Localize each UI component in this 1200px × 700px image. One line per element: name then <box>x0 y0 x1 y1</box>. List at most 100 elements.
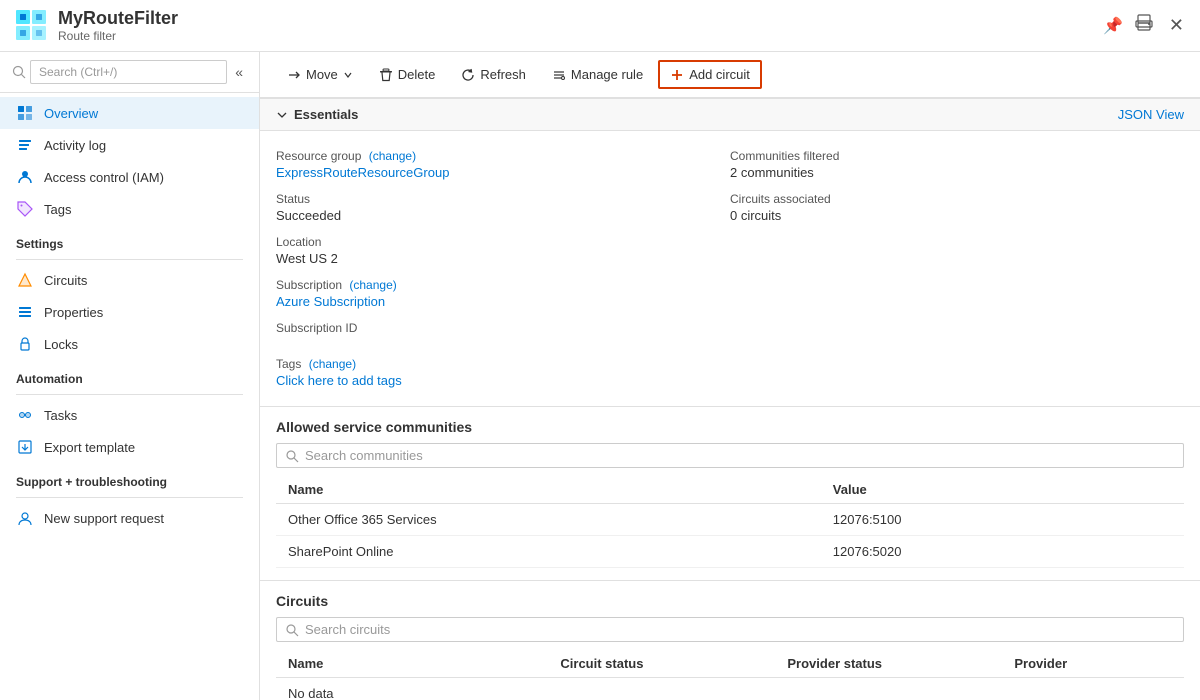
page-subtitle: Route filter <box>58 29 1103 43</box>
essentials-column-right: Communities filtered 2 communities Circu… <box>730 143 1184 394</box>
sidebar-item-properties-label: Properties <box>44 305 103 320</box>
circuits-search-icon <box>285 623 299 637</box>
locks-icon <box>16 335 34 353</box>
app-logo <box>16 10 48 42</box>
subscription-change-link[interactable]: (change) <box>349 278 396 292</box>
manage-rule-icon <box>552 68 566 82</box>
communities-col-value: Value <box>821 476 1184 504</box>
subscription-id-label: Subscription ID <box>276 321 730 335</box>
sidebar-item-properties[interactable]: Properties <box>0 296 259 328</box>
table-row: Other Office 365 Services 12076:5100 <box>276 504 1184 536</box>
sidebar-item-export-template[interactable]: Export template <box>0 431 259 463</box>
resource-group-value[interactable]: ExpressRouteResourceGroup <box>276 165 730 180</box>
add-circuit-button[interactable]: Add circuit <box>658 60 762 89</box>
sidebar-item-circuits-label: Circuits <box>44 273 87 288</box>
tags-add-link[interactable]: Click here to add tags <box>276 373 730 388</box>
toolbar: Move Delete Refresh <box>260 52 1200 98</box>
communities-search-box <box>276 443 1184 468</box>
resource-group-change-link[interactable]: (change) <box>369 149 416 163</box>
search-icon <box>12 65 26 79</box>
support-section-label: Support + troubleshooting <box>0 463 259 493</box>
status-label: Status <box>276 192 730 206</box>
title-area: MyRouteFilter Route filter <box>58 8 1103 43</box>
table-row: SharePoint Online 12076:5020 <box>276 536 1184 568</box>
json-view-link[interactable]: JSON View <box>1118 107 1184 122</box>
tags-change-link[interactable]: (change) <box>309 357 356 371</box>
manage-rule-button[interactable]: Manage rule <box>541 61 654 88</box>
circuits-col-name: Name <box>276 650 548 678</box>
sidebar-item-access-control-label: Access control (IAM) <box>44 170 164 185</box>
search-input[interactable] <box>30 60 227 84</box>
circuits-col-provider: Provider <box>1002 650 1184 678</box>
header-actions: 📌 <box>1103 14 1153 37</box>
move-chevron-icon <box>343 70 353 80</box>
sidebar-item-overview[interactable]: Overview <box>0 97 259 129</box>
delete-icon <box>379 68 393 82</box>
location-value: West US 2 <box>276 251 730 266</box>
pin-icon[interactable]: 📌 <box>1103 16 1123 36</box>
settings-divider <box>16 259 243 260</box>
sidebar: « Overview <box>0 52 260 700</box>
communities-section-title: Allowed service communities <box>276 419 1184 435</box>
collapse-icon[interactable] <box>276 109 288 121</box>
automation-divider <box>16 394 243 395</box>
communities-table: Name Value Other Office 365 Services 120… <box>276 476 1184 568</box>
page-header: MyRouteFilter Route filter 📌 ✕ <box>0 0 1200 52</box>
communities-filtered-value: 2 communities <box>730 165 1184 180</box>
sidebar-item-tasks-label: Tasks <box>44 408 77 423</box>
communities-filtered-item: Communities filtered 2 communities <box>730 143 1184 186</box>
community-value: 12076:5100 <box>821 504 1184 536</box>
subscription-value[interactable]: Azure Subscription <box>276 294 730 309</box>
tags-label: Tags <box>276 357 301 371</box>
communities-table-header: Name Value <box>276 476 1184 504</box>
close-button[interactable]: ✕ <box>1169 15 1184 36</box>
automation-section-label: Automation <box>0 360 259 390</box>
communities-section: Allowed service communities Name Value O… <box>260 406 1200 580</box>
location-label: Location <box>276 235 730 249</box>
essentials-grid: Resource group (change) ExpressRouteReso… <box>260 131 1200 406</box>
tasks-icon <box>16 406 34 424</box>
content-area: Move Delete Refresh <box>260 52 1200 700</box>
essentials-header: Essentials JSON View <box>260 98 1200 131</box>
circuits-section: Circuits Name Circuit status Provider st… <box>260 580 1200 700</box>
print-icon[interactable] <box>1135 14 1153 37</box>
sidebar-item-tags[interactable]: Tags <box>0 193 259 225</box>
location-item: Location West US 2 <box>276 229 730 272</box>
circuits-associated-label: Circuits associated <box>730 192 1184 206</box>
sidebar-item-access-control[interactable]: Access control (IAM) <box>0 161 259 193</box>
resource-group-item: Resource group (change) ExpressRouteReso… <box>276 143 730 186</box>
circuits-search-input[interactable] <box>305 622 1175 637</box>
sidebar-item-activity-log[interactable]: Activity log <box>0 129 259 161</box>
subscription-label: Subscription <box>276 278 342 292</box>
support-divider <box>16 497 243 498</box>
sidebar-item-locks[interactable]: Locks <box>0 328 259 360</box>
circuits-table: Name Circuit status Provider status Prov… <box>276 650 1184 700</box>
sidebar-item-tasks[interactable]: Tasks <box>0 399 259 431</box>
circuits-associated-value: 0 circuits <box>730 208 1184 223</box>
subscription-id-item: Subscription ID <box>276 315 730 343</box>
move-icon <box>287 68 301 82</box>
sidebar-item-new-support-request[interactable]: New support request <box>0 502 259 534</box>
circuits-table-header: Name Circuit status Provider status Prov… <box>276 650 1184 678</box>
circuits-associated-item: Circuits associated 0 circuits <box>730 186 1184 229</box>
community-name: SharePoint Online <box>276 536 821 568</box>
delete-button[interactable]: Delete <box>368 61 447 88</box>
settings-section-label: Settings <box>0 225 259 255</box>
collapse-button[interactable]: « <box>231 62 247 82</box>
community-value: 12076:5020 <box>821 536 1184 568</box>
communities-search-input[interactable] <box>305 448 1175 463</box>
properties-icon <box>16 303 34 321</box>
circuits-search-box <box>276 617 1184 642</box>
subscription-item: Subscription (change) Azure Subscription <box>276 272 730 315</box>
sidebar-item-circuits[interactable]: Circuits <box>0 264 259 296</box>
refresh-button[interactable]: Refresh <box>450 61 537 88</box>
tags-item: Tags (change) Click here to add tags <box>276 351 730 394</box>
move-button[interactable]: Move <box>276 61 364 88</box>
communities-filtered-label: Communities filtered <box>730 149 1184 163</box>
status-item: Status Succeeded <box>276 186 730 229</box>
no-data-cell: No data <box>276 678 1184 700</box>
resource-group-label: Resource group <box>276 149 361 163</box>
sidebar-search-area: « <box>0 52 259 93</box>
tags-icon <box>16 200 34 218</box>
add-circuit-icon <box>670 68 684 82</box>
